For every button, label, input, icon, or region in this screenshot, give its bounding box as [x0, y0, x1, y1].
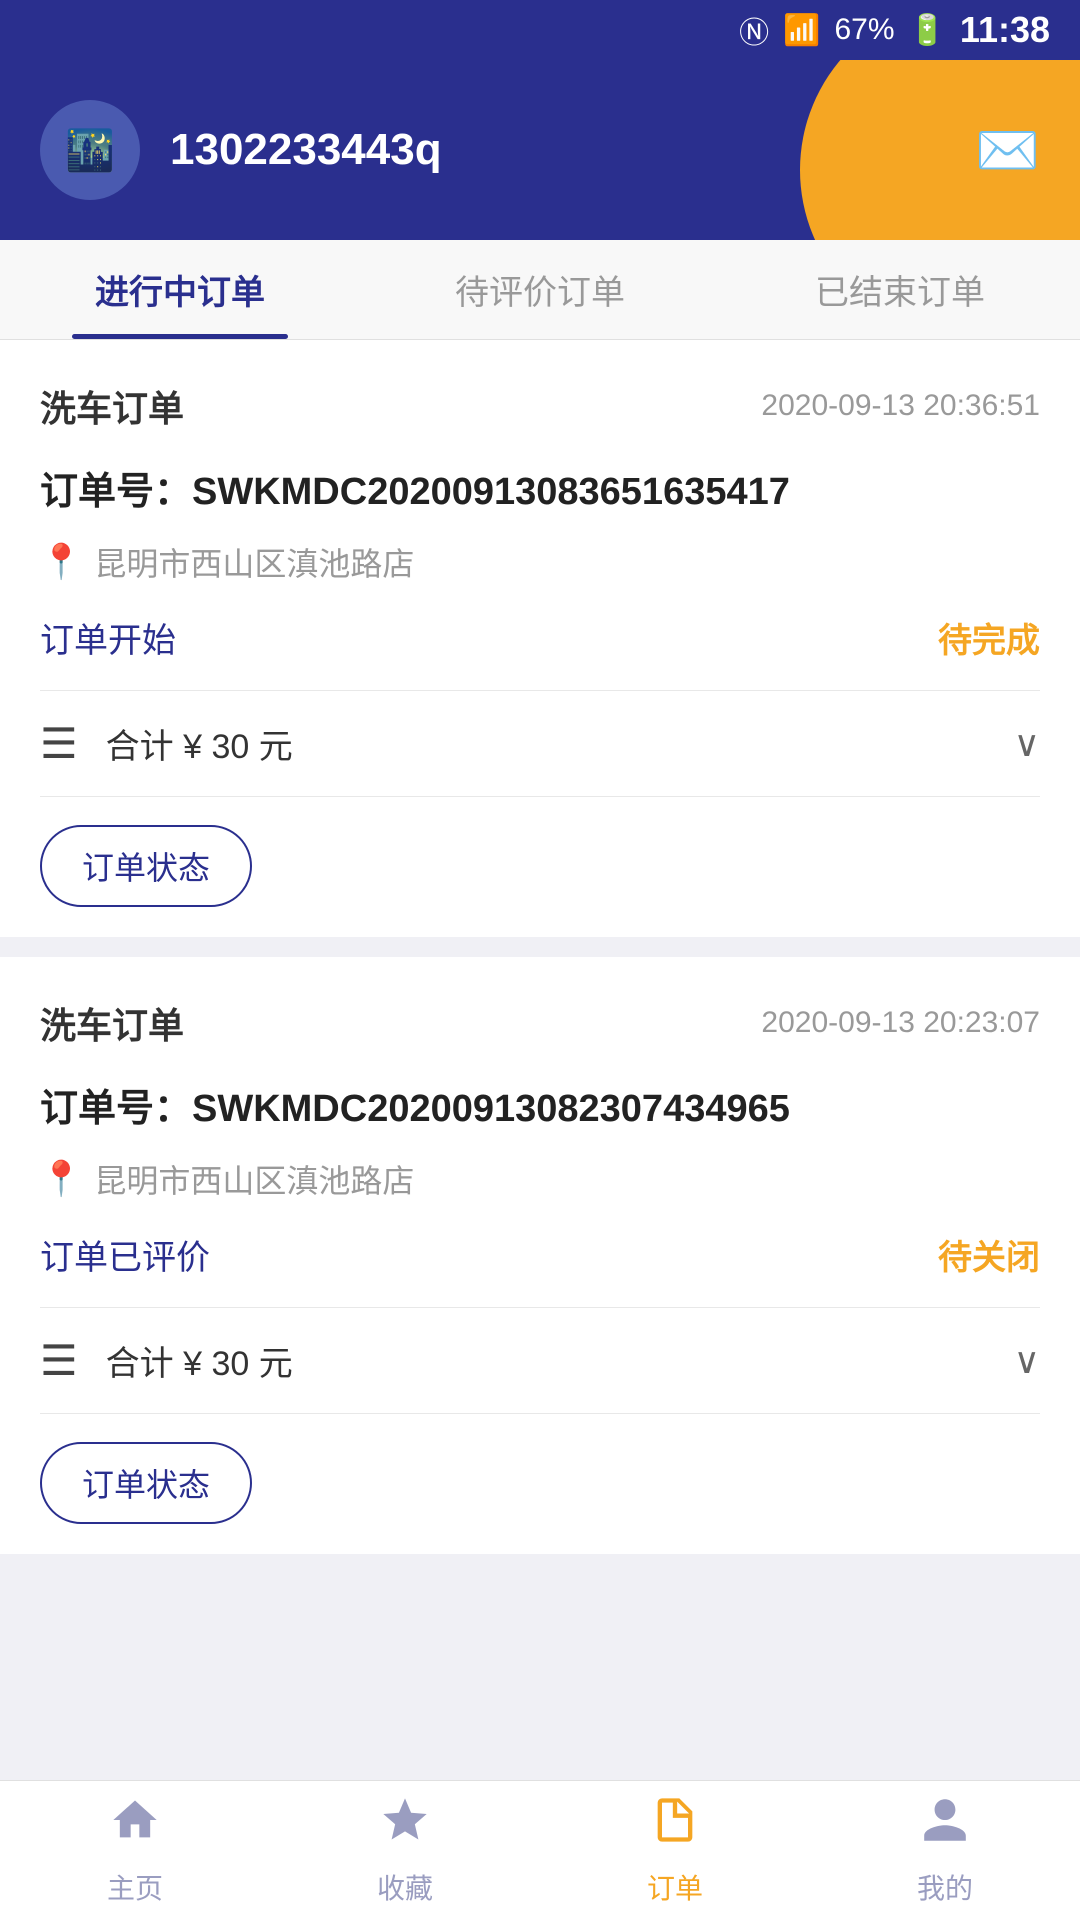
order-type-2: 洗车订单 — [40, 997, 184, 1049]
wifi-icon: 📶 — [783, 13, 820, 48]
order-header-1: 洗车订单 2020-09-13 20:36:51 — [40, 380, 1040, 432]
location-icon-1: 📍 — [40, 542, 82, 582]
avatar-emoji: 🌃 — [65, 127, 115, 174]
order-status-row-1: 订单开始 待完成 — [40, 613, 1040, 691]
order-summary-2[interactable]: ☰ 合计 ¥ 30 元 ∨ — [40, 1308, 1040, 1414]
status-right-2: 待关闭 — [938, 1230, 1040, 1279]
order-card-1: 洗车订单 2020-09-13 20:36:51 订单号：SWKMDC20200… — [0, 340, 1080, 937]
clock: 11:38 — [960, 9, 1050, 51]
nav-profile[interactable]: 我的 — [810, 1794, 1080, 1907]
location-text-2: 昆明市西山区滇池路店 — [94, 1156, 414, 1202]
order-status-row-2: 订单已评价 待关闭 — [40, 1230, 1040, 1308]
order-tabs: 进行中订单 待评价订单 已结束订单 — [0, 240, 1080, 340]
chevron-down-icon-1: ∨ — [1014, 723, 1040, 765]
bottom-nav: 主页 收藏 订单 我的 — [0, 1780, 1080, 1920]
order-status-button-1[interactable]: 订单状态 — [40, 825, 252, 907]
header: 🌃 1302233443q ✉️ — [0, 60, 1080, 240]
order-date-1: 2020-09-13 20:36:51 — [761, 389, 1040, 423]
location-text-1: 昆明市西山区滇池路店 — [94, 539, 414, 585]
nav-favorites[interactable]: 收藏 — [270, 1794, 540, 1907]
nfc-icon: Ⓝ — [739, 8, 769, 52]
order-total-2: 合计 ¥ 30 元 — [106, 1336, 1014, 1385]
order-date-2: 2020-09-13 20:23:07 — [761, 1006, 1040, 1040]
battery-level: 67% — [835, 13, 895, 47]
nav-favorites-label: 收藏 — [377, 1867, 433, 1907]
order-number-1: 订单号：SWKMDC20200913083651635417 — [40, 460, 1040, 515]
order-location-1: 📍 昆明市西山区滇池路店 — [40, 539, 1040, 585]
order-actions-2: 订单状态 — [40, 1414, 1040, 1524]
star-icon — [379, 1794, 431, 1859]
order-location-2: 📍 昆明市西山区滇池路店 — [40, 1156, 1040, 1202]
avatar: 🌃 — [40, 100, 140, 200]
nav-profile-label: 我的 — [917, 1867, 973, 1907]
tab-closed-orders[interactable]: 已结束订单 — [720, 240, 1080, 339]
status-right-1: 待完成 — [938, 613, 1040, 662]
mail-icon[interactable]: ✉️ — [975, 120, 1040, 181]
nav-home[interactable]: 主页 — [0, 1794, 270, 1907]
status-left-1: 订单开始 — [40, 613, 176, 662]
list-icon-1: ☰ — [40, 719, 78, 768]
tab-pending-review[interactable]: 待评价订单 — [360, 240, 720, 339]
status-bar: Ⓝ 📶 67% 🔋 11:38 — [0, 0, 1080, 60]
battery-icon: 🔋 — [909, 13, 946, 48]
order-type-1: 洗车订单 — [40, 380, 184, 432]
orders-icon — [649, 1794, 701, 1859]
order-card-2: 洗车订单 2020-09-13 20:23:07 订单号：SWKMDC20200… — [0, 957, 1080, 1554]
order-actions-1: 订单状态 — [40, 797, 1040, 907]
home-icon — [109, 1794, 161, 1859]
nav-orders-label: 订单 — [647, 1867, 703, 1907]
list-icon-2: ☰ — [40, 1336, 78, 1385]
status-icons: Ⓝ 📶 67% 🔋 11:38 — [739, 8, 1050, 52]
tab-active-orders[interactable]: 进行中订单 — [0, 240, 360, 339]
order-header-2: 洗车订单 2020-09-13 20:23:07 — [40, 997, 1040, 1049]
order-summary-1[interactable]: ☰ 合计 ¥ 30 元 ∨ — [40, 691, 1040, 797]
chevron-down-icon-2: ∨ — [1014, 1340, 1040, 1382]
profile-icon — [919, 1794, 971, 1859]
username: 1302233443q — [170, 125, 975, 175]
order-status-button-2[interactable]: 订单状态 — [40, 1442, 252, 1524]
orders-list: 洗车订单 2020-09-13 20:36:51 订单号：SWKMDC20200… — [0, 340, 1080, 1554]
order-number-2: 订单号：SWKMDC20200913082307434965 — [40, 1077, 1040, 1132]
order-total-1: 合计 ¥ 30 元 — [106, 719, 1014, 768]
location-icon-2: 📍 — [40, 1159, 82, 1199]
nav-home-label: 主页 — [107, 1867, 163, 1907]
status-left-2: 订单已评价 — [40, 1230, 210, 1279]
nav-orders[interactable]: 订单 — [540, 1794, 810, 1907]
